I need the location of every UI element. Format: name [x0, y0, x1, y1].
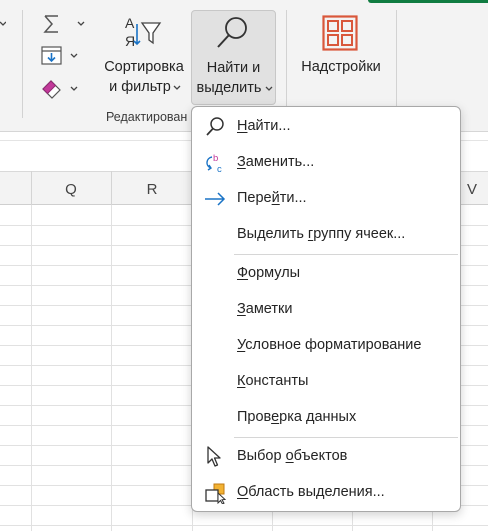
menu-item-label: Заметки	[237, 301, 293, 317]
menu-item-formulas[interactable]: Формулы	[192, 257, 460, 291]
grid-line	[111, 205, 112, 531]
excel-accent-strip	[368, 0, 488, 3]
column-header-v[interactable]: V	[462, 181, 482, 198]
autosum-button[interactable]	[40, 12, 90, 36]
svg-text:c: c	[217, 164, 222, 174]
menu-item-find[interactable]: Найти...	[192, 110, 460, 144]
menu-item-conditional-formatting[interactable]: Условное форматирование	[192, 329, 460, 363]
menu-item-notes[interactable]: Заметки	[192, 293, 460, 327]
selection-pane-icon	[205, 483, 227, 504]
menu-item-label: Проверка данных	[237, 409, 357, 425]
fill-down-icon	[41, 46, 62, 65]
menu-separator	[234, 254, 458, 255]
menu-item-label: Константы	[237, 373, 309, 389]
column-divider[interactable]	[111, 171, 112, 205]
addins-button[interactable]: Надстройки	[294, 10, 388, 105]
group-label-editing: Редактирован	[106, 110, 188, 124]
grid-line	[31, 205, 32, 531]
column-header-q[interactable]: Q	[61, 181, 81, 198]
menu-item-label: Условное форматирование	[237, 337, 422, 353]
sigma-icon	[43, 15, 58, 33]
menu-separator	[234, 437, 458, 438]
find-select-label-line2: выделить	[196, 80, 262, 96]
menu-item-label: Формулы	[237, 265, 301, 281]
menu-item-label: Выбор объектов	[237, 448, 348, 464]
menu-item-label: Заменить...	[237, 154, 315, 170]
replace-icon: b c	[206, 153, 222, 174]
menu-item-label: Область выделения...	[237, 484, 385, 500]
magnifier-icon	[217, 17, 247, 48]
menu-item-data-validation[interactable]: Проверка данных	[192, 401, 460, 435]
svg-text:А: А	[125, 15, 135, 31]
grid-line	[0, 525, 488, 526]
column-header-r[interactable]: R	[142, 181, 162, 198]
sort-filter-icon: А Я	[125, 15, 162, 49]
menu-item-label: Найти...	[237, 118, 291, 134]
menu-item-goto[interactable]: Перейти...	[192, 182, 460, 216]
sort-filter-label-line2: и фильтр	[109, 79, 171, 95]
find-select-button[interactable]: Найти и выделить	[191, 10, 276, 105]
svg-text:Я: Я	[125, 33, 135, 49]
find-select-label-line1: Найти и	[206, 60, 261, 76]
arrow-right-icon	[205, 192, 226, 206]
ribbon-separator	[286, 10, 287, 118]
svg-text:b: b	[213, 153, 218, 164]
find-select-menu: Найти... b c Заменить... Перейти... Выде…	[191, 106, 461, 512]
menu-item-constants[interactable]: Константы	[192, 365, 460, 399]
chevron-down-icon	[173, 85, 181, 90]
eraser-icon	[42, 80, 61, 99]
magnifier-icon	[206, 117, 224, 136]
fill-button[interactable]	[40, 44, 90, 68]
addins-label: Надстройки	[301, 59, 381, 75]
chevron-down-icon	[70, 53, 78, 58]
menu-item-label: Перейти...	[237, 190, 307, 206]
chevron-down-icon	[77, 21, 85, 26]
menu-item-select-objects[interactable]: Выбор объектов	[192, 440, 460, 474]
chevron-down-icon	[70, 86, 78, 91]
clear-button[interactable]	[40, 77, 90, 101]
menu-item-goto-special[interactable]: Выделить группу ячеек...	[192, 218, 460, 252]
column-divider[interactable]	[31, 171, 32, 205]
sort-filter-button[interactable]: А Я Сортировка и фильтр	[100, 10, 188, 105]
sort-filter-label-line1: Сортировка	[104, 59, 184, 75]
ribbon-separator	[396, 10, 397, 118]
ribbon-separator	[22, 10, 23, 118]
menu-item-selection-pane[interactable]: Область выделения...	[192, 476, 460, 510]
chevron-down-icon[interactable]	[0, 21, 6, 27]
addins-grid-icon	[322, 15, 358, 51]
chevron-down-icon	[265, 86, 273, 91]
menu-item-label: Выделить группу ячеек...	[237, 226, 406, 242]
cursor-arrow-icon	[207, 446, 221, 467]
menu-item-replace[interactable]: b c Заменить...	[192, 146, 460, 180]
